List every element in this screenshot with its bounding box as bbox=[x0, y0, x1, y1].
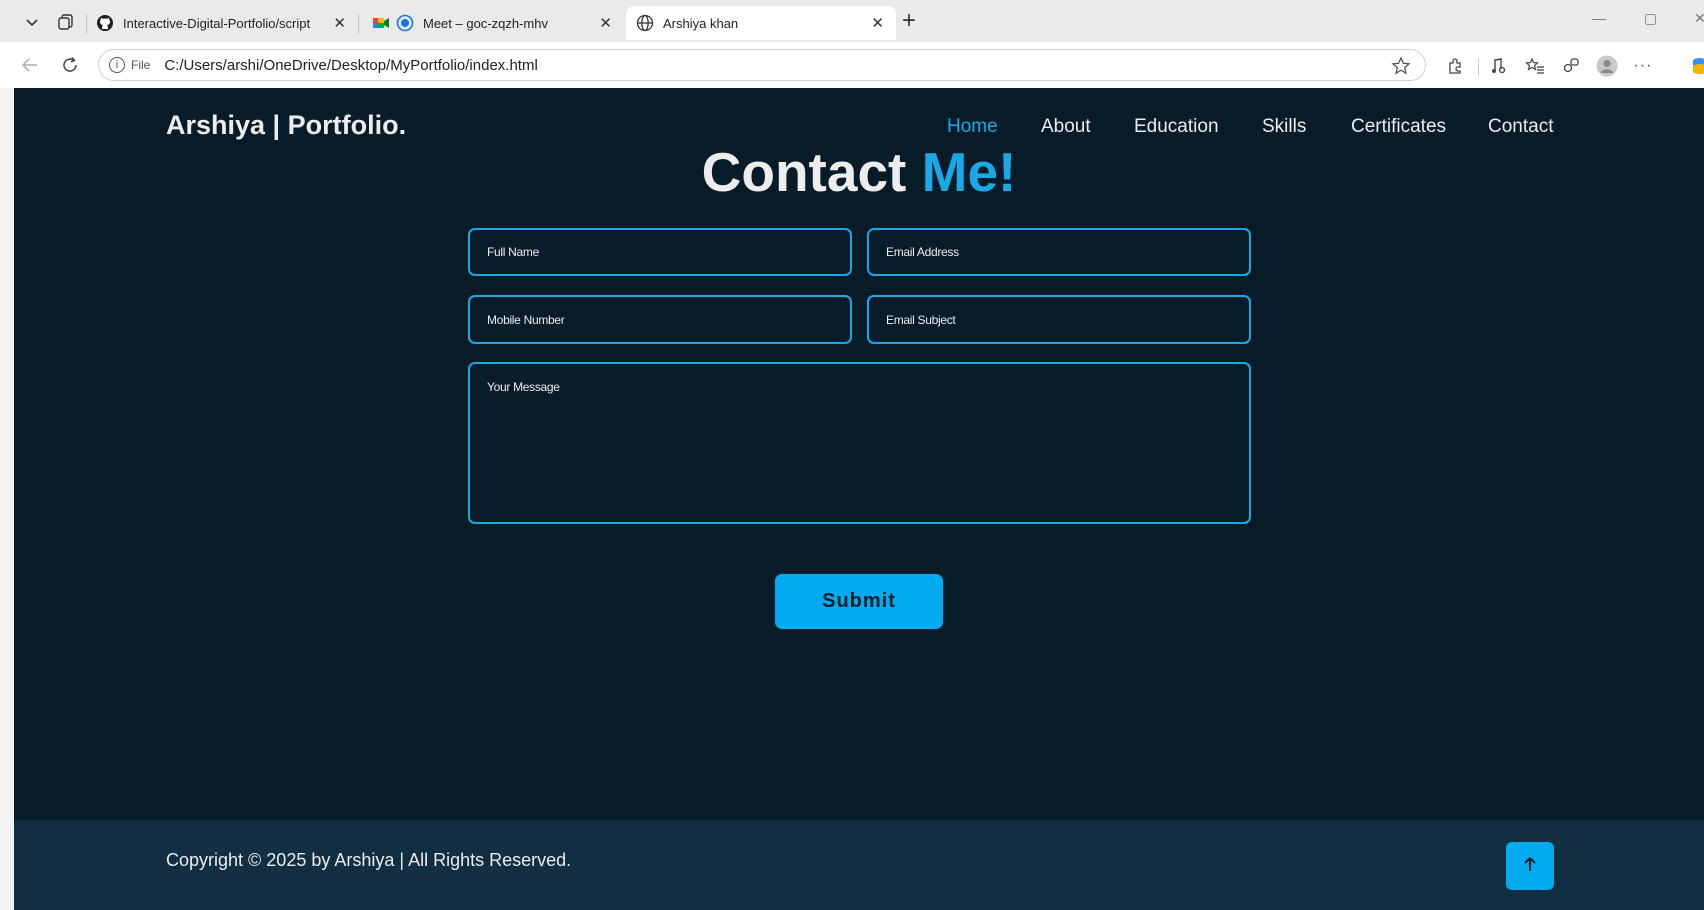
close-tab-icon[interactable]: ✕ bbox=[599, 14, 612, 32]
site-footer: Copyright © 2025 by Arshiya | All Rights… bbox=[14, 820, 1704, 910]
nav-contact[interactable]: Contact bbox=[1488, 116, 1553, 138]
close-window-icon[interactable]: ✕ bbox=[1694, 10, 1704, 27]
tab-meet[interactable]: Meet – goc-zqzh-mhv ✕ bbox=[362, 6, 624, 40]
nav-education[interactable]: Education bbox=[1134, 116, 1219, 138]
full-name-input[interactable]: Full Name bbox=[468, 228, 852, 276]
portfolio-page: Arshiya | Portfolio. Home About Educatio… bbox=[14, 88, 1704, 910]
recording-indicator-icon bbox=[396, 14, 414, 32]
nav-home[interactable]: Home bbox=[947, 116, 998, 138]
minimize-window-icon[interactable]: — bbox=[1592, 10, 1606, 26]
favorites-list-icon[interactable] bbox=[1524, 55, 1546, 77]
tab-label: Meet – goc-zqzh-mhv bbox=[423, 15, 548, 31]
heading-accent: Me! bbox=[921, 141, 1017, 203]
copilot-icon[interactable] bbox=[1688, 55, 1704, 77]
tab-arshiya-khan[interactable]: Arshiya khan ✕ bbox=[626, 6, 896, 40]
email-address-input[interactable]: Email Address bbox=[867, 228, 1251, 276]
scheme-label: File bbox=[131, 58, 151, 72]
browser-address-bar: i File C:/Users/arshi/OneDrive/Desktop/M… bbox=[0, 42, 1704, 88]
contact-heading: Contact Me! bbox=[14, 140, 1704, 204]
tab-label: Arshiya khan bbox=[663, 15, 739, 31]
tab-collections-icon[interactable] bbox=[52, 8, 80, 36]
profile-avatar-icon[interactable] bbox=[1596, 55, 1618, 77]
google-meet-icon bbox=[372, 14, 390, 32]
new-tab-button[interactable]: + bbox=[902, 8, 916, 34]
browser-tab-bar: Interactive-Digital-Portfolio/script ✕ M… bbox=[0, 0, 1704, 42]
github-icon bbox=[96, 14, 114, 32]
maximize-window-icon[interactable]: ▢ bbox=[1644, 10, 1657, 27]
nav-about[interactable]: About bbox=[1041, 116, 1091, 138]
message-textarea[interactable]: Your Message bbox=[468, 362, 1251, 524]
favorite-star-icon[interactable] bbox=[1391, 56, 1411, 81]
address-field[interactable]: i File C:/Users/arshi/OneDrive/Desktop/M… bbox=[98, 49, 1426, 81]
close-tab-icon[interactable]: ✕ bbox=[333, 14, 346, 32]
more-options-icon[interactable]: ··· bbox=[1632, 55, 1654, 77]
tab-actions-chevron-icon[interactable] bbox=[18, 8, 46, 36]
email-subject-input[interactable]: Email Subject bbox=[867, 295, 1251, 344]
refresh-icon[interactable] bbox=[56, 51, 84, 79]
nav-skills[interactable]: Skills bbox=[1262, 116, 1306, 138]
close-tab-icon[interactable]: ✕ bbox=[871, 14, 884, 32]
mobile-number-input[interactable]: Mobile Number bbox=[468, 295, 852, 344]
tab-separator bbox=[358, 14, 359, 34]
read-aloud-icon[interactable] bbox=[1488, 55, 1510, 77]
site-info-icon[interactable]: i bbox=[109, 57, 125, 73]
site-logo[interactable]: Arshiya | Portfolio. bbox=[166, 110, 406, 141]
scroll-to-top-button[interactable] bbox=[1506, 842, 1554, 890]
tab-github[interactable]: Interactive-Digital-Portfolio/script ✕ bbox=[86, 6, 358, 40]
toolbar-separator bbox=[1478, 58, 1479, 76]
extensions-icon[interactable] bbox=[1444, 55, 1466, 77]
tab-label: Interactive-Digital-Portfolio/script bbox=[123, 15, 311, 31]
heading-main: Contact bbox=[701, 141, 907, 203]
globe-icon bbox=[636, 14, 654, 32]
back-icon[interactable] bbox=[16, 51, 44, 79]
submit-button[interactable]: Submit bbox=[775, 574, 943, 629]
collections-icon[interactable] bbox=[1560, 55, 1582, 77]
copyright-text: Copyright © 2025 by Arshiya | All Rights… bbox=[166, 850, 572, 870]
url-text: C:/Users/arshi/OneDrive/Desktop/MyPortfo… bbox=[164, 56, 538, 74]
nav-certificates[interactable]: Certificates bbox=[1351, 116, 1446, 138]
arrow-up-icon bbox=[1522, 855, 1538, 878]
